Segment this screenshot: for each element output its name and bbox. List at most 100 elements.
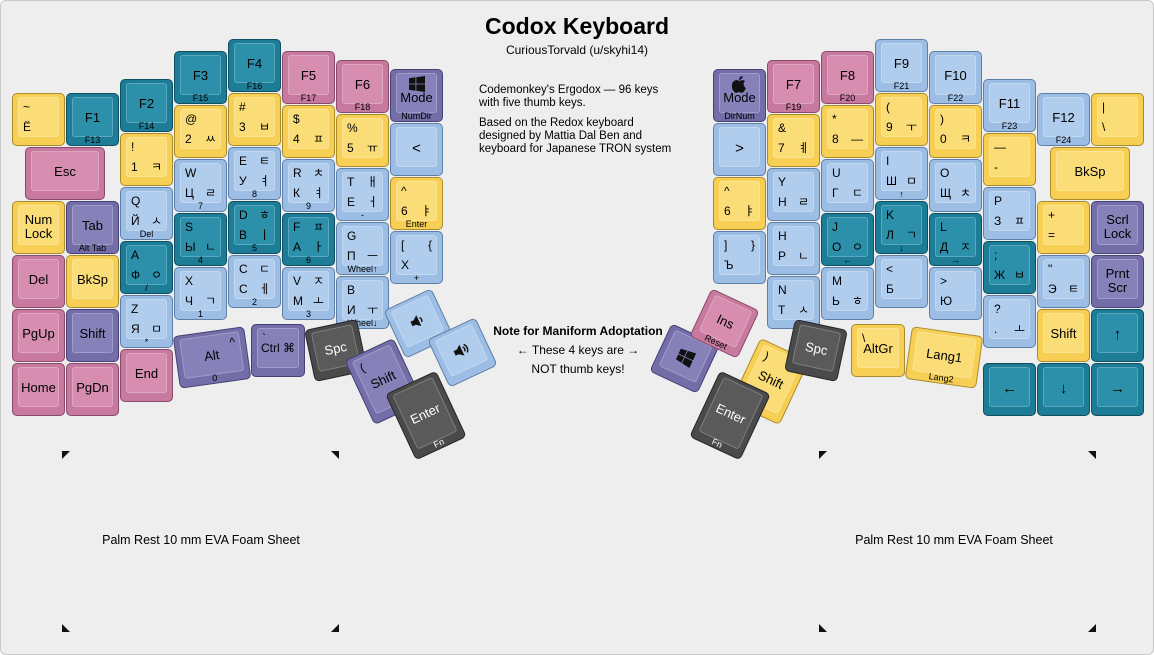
key-gt[interactable]: > [713, 123, 766, 176]
key-legend-bottom-left: Ы [185, 240, 196, 254]
key-mode-right[interactable]: Mode DirNum [713, 69, 766, 122]
key-caret-left[interactable]: ^ 6 ㅑ Enter [390, 177, 443, 230]
key-f5[interactable]: F5 F17 [282, 51, 335, 104]
key-tilde[interactable]: ~ Ё [12, 93, 65, 146]
key-f3[interactable]: F3 F15 [174, 51, 227, 104]
key-legend-bottom-left: О [832, 240, 842, 254]
key-k2[interactable]: @2 ㅆ [174, 105, 227, 158]
key-up[interactable]: ↑ [1091, 309, 1144, 362]
key-down[interactable]: ↓ [1037, 363, 1090, 416]
key-slash[interactable]: ?. ㅗ [983, 295, 1036, 348]
key-caret-right[interactable]: ^ 6 ㅑ [713, 177, 766, 230]
key-legend: Lock [1103, 226, 1132, 241]
key-m[interactable]: MЬㅎ [821, 267, 874, 320]
key-k3[interactable]: #3 ㅂ [228, 93, 281, 146]
key-o[interactable]: OЩㅊ [929, 159, 982, 212]
key-k[interactable]: K Л ㄱ ↓ [875, 201, 928, 254]
key-pgdn[interactable]: PgDn [66, 363, 119, 416]
key-f10[interactable]: F10 F22 [929, 51, 982, 104]
key-v[interactable]: VㅈМㅗ3 [282, 267, 335, 320]
key-k8[interactable]: * 8 — [821, 105, 874, 158]
key-legend-bottom-left: - [994, 160, 998, 174]
key-j[interactable]: J О ㅇ ← [821, 213, 874, 266]
key-minus[interactable]: — - [983, 133, 1036, 186]
key-right[interactable]: → [1091, 363, 1144, 416]
key-legend: Num [24, 212, 53, 227]
key-a[interactable]: A Ф ㅇ / [120, 241, 173, 294]
key-tab[interactable]: Tab Alt Tab [66, 201, 119, 254]
key-w[interactable]: WЦㄹ7 [174, 159, 227, 212]
key-spc-right[interactable]: Spc [784, 318, 848, 383]
key-prtscr[interactable]: Prnt Scr [1091, 255, 1144, 308]
key-bksp-left[interactable]: BkSp [66, 255, 119, 308]
key-lt[interactable]: < [390, 123, 443, 176]
key-legend: Prnt [1105, 266, 1130, 281]
key-n[interactable]: NТㅅ [767, 276, 820, 329]
key-numlock[interactable]: Num Lock [12, 201, 65, 254]
key-esc[interactable]: Esc [25, 147, 105, 200]
key-f9[interactable]: F9 F21 [875, 39, 928, 92]
key-h[interactable]: HРㄴ [767, 222, 820, 275]
key-plus[interactable]: + = [1037, 201, 1090, 254]
key-altgr[interactable]: AltGr \ [851, 324, 905, 377]
key-z[interactable]: Z Я ㅁ * [120, 295, 173, 348]
key-pipe[interactable]: | \ [1091, 93, 1144, 146]
key-rbracket[interactable]: ]} Ъ [713, 231, 766, 284]
key-f1[interactable]: F1 F13 [66, 93, 119, 146]
key-comma[interactable]: < Б [875, 255, 928, 308]
key-shift-right[interactable]: Shift [1037, 309, 1090, 362]
key-f12[interactable]: F12 F24 [1037, 93, 1090, 146]
key-legend-bottom-left: 6 [724, 204, 731, 218]
key-k7[interactable]: & 7 ㅖ [767, 114, 820, 167]
key-legend-bottom-left: Я [131, 322, 140, 336]
key-t[interactable]: TㅐЕㅓ- [336, 168, 389, 221]
key-i[interactable]: I Ш ㅁ ↑ [875, 147, 928, 200]
key-f6[interactable]: F6 F18 [336, 60, 389, 113]
key-k5[interactable]: % 5 ㅠ [336, 114, 389, 167]
key-q[interactable]: Q Й ㅅ Del [120, 187, 173, 240]
key-s[interactable]: SЫㄴ4 [174, 213, 227, 266]
key-alt[interactable]: Alt ^ 0 [172, 326, 252, 389]
key-f2[interactable]: F2 F14 [120, 79, 173, 132]
key-end[interactable]: End [120, 349, 173, 402]
key-g[interactable]: G П ㅡ Wheel↑ [336, 222, 389, 275]
key-u[interactable]: UГㄷ [821, 159, 874, 212]
key-f4[interactable]: F4 F16 [228, 39, 281, 92]
key-pgup[interactable]: PgUp [12, 309, 65, 362]
key-e[interactable]: EㅌУㅕ8 [228, 147, 281, 200]
key-bksp-right[interactable]: BkSp [1050, 147, 1130, 200]
key-k9[interactable]: (9 ㅜ [875, 93, 928, 146]
key-r[interactable]: RㅊКㅕ9 [282, 159, 335, 212]
key-home[interactable]: Home [12, 363, 65, 416]
key-period[interactable]: > Ю [929, 267, 982, 320]
key-p[interactable]: PЗㅍ [983, 187, 1036, 240]
key-mode-left[interactable]: Mode NumDir [390, 69, 443, 122]
key-del[interactable]: Del [12, 255, 65, 308]
key-f[interactable]: FㅍАㅏ6 [282, 213, 335, 266]
key-ctrl[interactable]: Ctrl ⌘ ` [251, 324, 305, 377]
key-y[interactable]: YНㄹ [767, 168, 820, 221]
key-d[interactable]: DㅎВㅣ5 [228, 201, 281, 254]
key-lang1[interactable]: Lang1 Lang2 [904, 326, 984, 389]
key-front-legend: 3 [305, 309, 311, 319]
key-legend: F10 [944, 68, 967, 83]
key-cc[interactable]: CㄷСㅔ2 [228, 255, 281, 308]
key-f7[interactable]: F7 F19 [767, 60, 820, 113]
key-l[interactable]: L Д ㅈ → [929, 213, 982, 266]
key-front-legend: + [413, 273, 420, 283]
key-semicolon[interactable]: ; Ж ㅂ [983, 241, 1036, 294]
key-legend: End [134, 366, 159, 381]
key-f8[interactable]: F8 F20 [821, 51, 874, 104]
key-shift-left[interactable]: Shift [66, 309, 119, 362]
key-x[interactable]: XЧㄱ1 [174, 267, 227, 320]
key-f11[interactable]: F11 F23 [983, 79, 1036, 132]
key-quote[interactable]: " Э ㅌ [1037, 255, 1090, 308]
key-k0[interactable]: ) 0 ㅋ [929, 105, 982, 158]
key-k4[interactable]: $4 ㅍ [282, 105, 335, 158]
key-scrlock[interactable]: Scrl Lock [1091, 201, 1144, 254]
key-k1[interactable]: ! 1 ㅋ [120, 133, 173, 186]
key-left[interactable]: ← [983, 363, 1036, 416]
key-bracket-left[interactable]: [{Х + [390, 231, 443, 284]
key-legend-bottom-left: И [347, 303, 356, 317]
key-legend-top-left: K [886, 208, 895, 222]
